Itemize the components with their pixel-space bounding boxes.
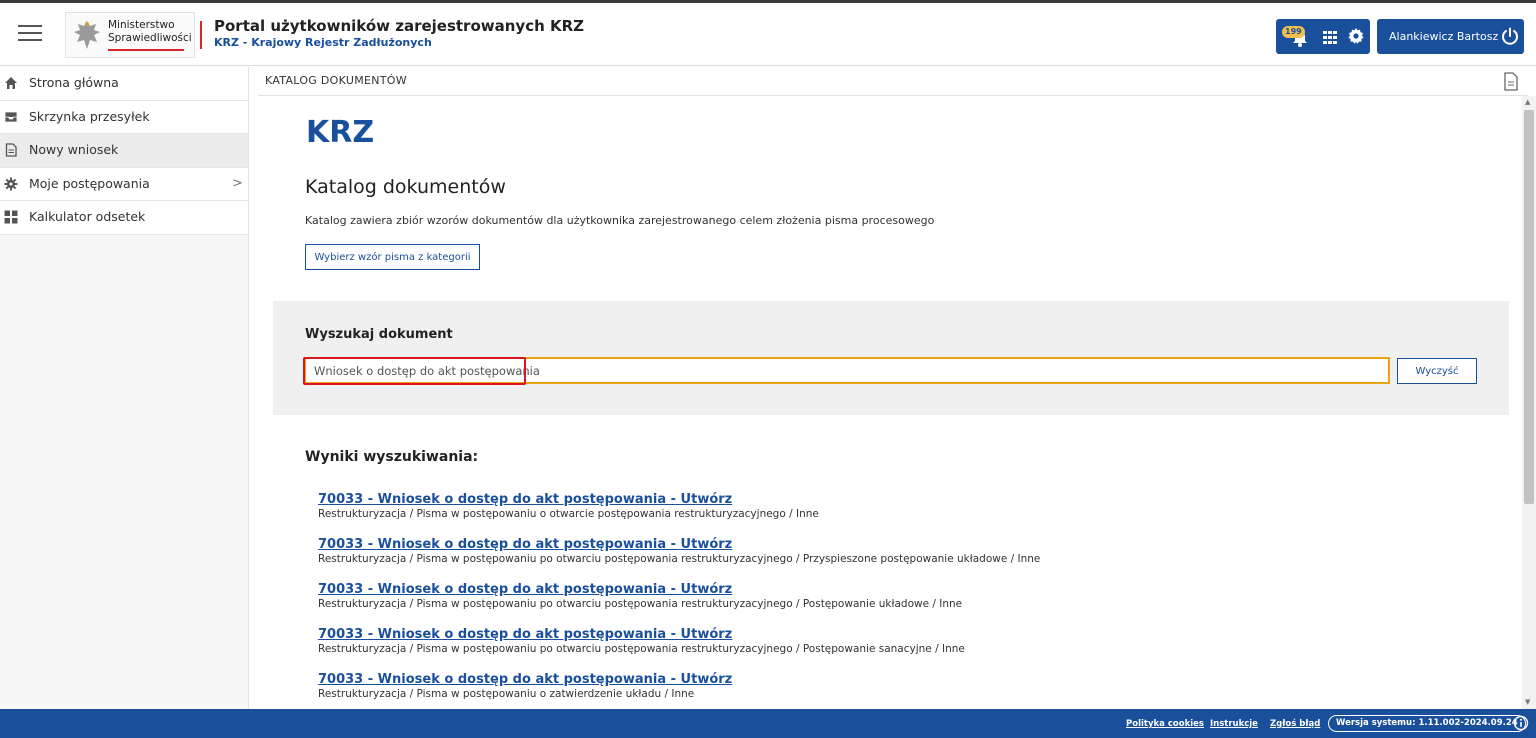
sidebar: Strona główna Skrzynka przesyłek Nowy wn… [0,67,249,709]
result-path: Restrukturyzacja / Pisma w postępowaniu … [318,643,965,655]
result-item: 70033 - Wniosek o dostęp do akt postępow… [318,578,1498,623]
document-icon [5,143,17,157]
report-bug-link[interactable]: Zgłoś błąd [1270,719,1320,729]
result-link[interactable]: 70033 - Wniosek o dostęp do akt postępow… [318,672,732,687]
power-icon [1502,27,1518,45]
search-panel: Wyszukaj dokument Wyczyść [273,301,1509,415]
breadcrumb-bar: KATALOG DOKUMENTÓW [258,67,1528,96]
system-version-badge: Wersja systemu: 1.11.002-2024.09.24 [1328,715,1526,732]
gear-icon[interactable] [1347,27,1365,45]
result-item: 70033 - Wniosek o dostęp do akt postępow… [318,623,1498,668]
chevron-right-icon: > [232,175,243,191]
logo-line-1: Ministerstwo [108,19,175,31]
sidebar-item-my-proceedings[interactable]: Moje postępowania > [0,167,248,201]
instructions-link[interactable]: Instrukcje [1210,719,1258,729]
sidebar-item-interest-calculator[interactable]: Kalkulator odsetek [0,201,248,235]
eagle-emblem-icon [74,21,100,49]
result-path: Restrukturyzacja / Pisma w postępowaniu … [318,688,695,700]
sidebar-label-new-request: Nowy wniosek [29,142,119,157]
ministry-logo[interactable]: Ministerstwo Sprawiedliwości [65,12,195,58]
clear-button[interactable]: Wyczyść [1397,358,1477,384]
inbox-icon [4,111,18,122]
result-path: Restrukturyzacja / Pisma w postępowaniu … [318,553,1041,565]
user-logout-button[interactable]: Alankiewicz Bartosz [1377,19,1524,54]
scroll-down-icon[interactable]: ▼ [1525,698,1530,706]
sidebar-item-inbox[interactable]: Skrzynka przesyłek [0,100,248,134]
cog-icon [4,177,18,190]
main-scrollbar[interactable]: ▲ ▼ [1522,96,1536,709]
home-icon [5,77,17,89]
scroll-up-icon[interactable]: ▲ [1525,98,1530,106]
notification-count-badge: 199 [1282,26,1305,38]
app-header: Ministerstwo Sprawiedliwości Portal użyt… [0,3,1536,66]
footer: Polityka cookies Instrukcje Zgłoś błąd W… [0,709,1536,738]
apps-grid-icon[interactable] [1322,29,1338,45]
sidebar-label-inbox: Skrzynka przesyłek [29,108,150,124]
sidebar-label-home: Strona główna [29,75,119,90]
result-item: 70033 - Wniosek o dostęp do akt postępow… [318,668,1498,713]
hamburger-menu-icon[interactable] [18,25,42,43]
catalog-description: Katalog zawiera zbiór wzorów dokumentów … [305,214,935,227]
result-link[interactable]: 70033 - Wniosek o dostęp do akt postępow… [318,582,732,597]
search-label: Wyszukaj dokument [305,327,453,342]
header-icon-group: 199 [1276,19,1370,54]
cookies-policy-link[interactable]: Polityka cookies [1126,719,1204,729]
result-link[interactable]: 70033 - Wniosek o dostęp do akt postępow… [318,492,732,507]
user-name: Alankiewicz Bartosz [1389,30,1499,43]
result-path: Restrukturyzacja / Pisma w postępowaniu … [318,508,819,520]
scrollbar-thumb[interactable] [1524,110,1534,504]
header-separator [200,21,202,49]
catalog-title: Katalog dokumentów [305,176,506,198]
result-item: 70033 - Wniosek o dostęp do akt postępow… [318,533,1498,578]
result-path: Restrukturyzacja / Pisma w postępowaniu … [318,598,963,610]
page-document-icon[interactable] [1503,72,1519,91]
results-list: 70033 - Wniosek o dostęp do akt postępow… [318,488,1498,713]
calculator-icon [4,210,18,224]
logo-line-2: Sprawiedliwości [108,32,192,44]
breadcrumb: KATALOG DOKUMENTÓW [265,74,407,87]
result-link[interactable]: 70033 - Wniosek o dostęp do akt postępow… [318,627,732,642]
notifications-button[interactable]: 199 [1282,26,1312,48]
results-title: Wyniki wyszukiwania: [305,449,479,465]
portal-title: Portal użytkowników zarejestrowanych KRZ [214,17,585,35]
logo-underline [108,49,184,51]
choose-template-button[interactable]: Wybierz wzór pisma z kategorii [305,244,480,270]
result-item: 70033 - Wniosek o dostęp do akt postępow… [318,488,1498,533]
sidebar-label-my-proceedings: Moje postępowania [29,175,150,191]
sidebar-item-home[interactable]: Strona główna [0,67,248,101]
search-input[interactable] [304,357,1390,384]
sidebar-item-new-request[interactable]: Nowy wniosek [0,134,248,168]
portal-subtitle: KRZ - Krajowy Rejestr Zadłużonych [214,36,432,49]
result-link[interactable]: 70033 - Wniosek o dostęp do akt postępow… [318,537,732,552]
info-icon[interactable] [1513,715,1529,731]
sidebar-label-interest-calculator: Kalkulator odsetek [29,209,146,224]
page-heading: KRZ [306,115,375,150]
